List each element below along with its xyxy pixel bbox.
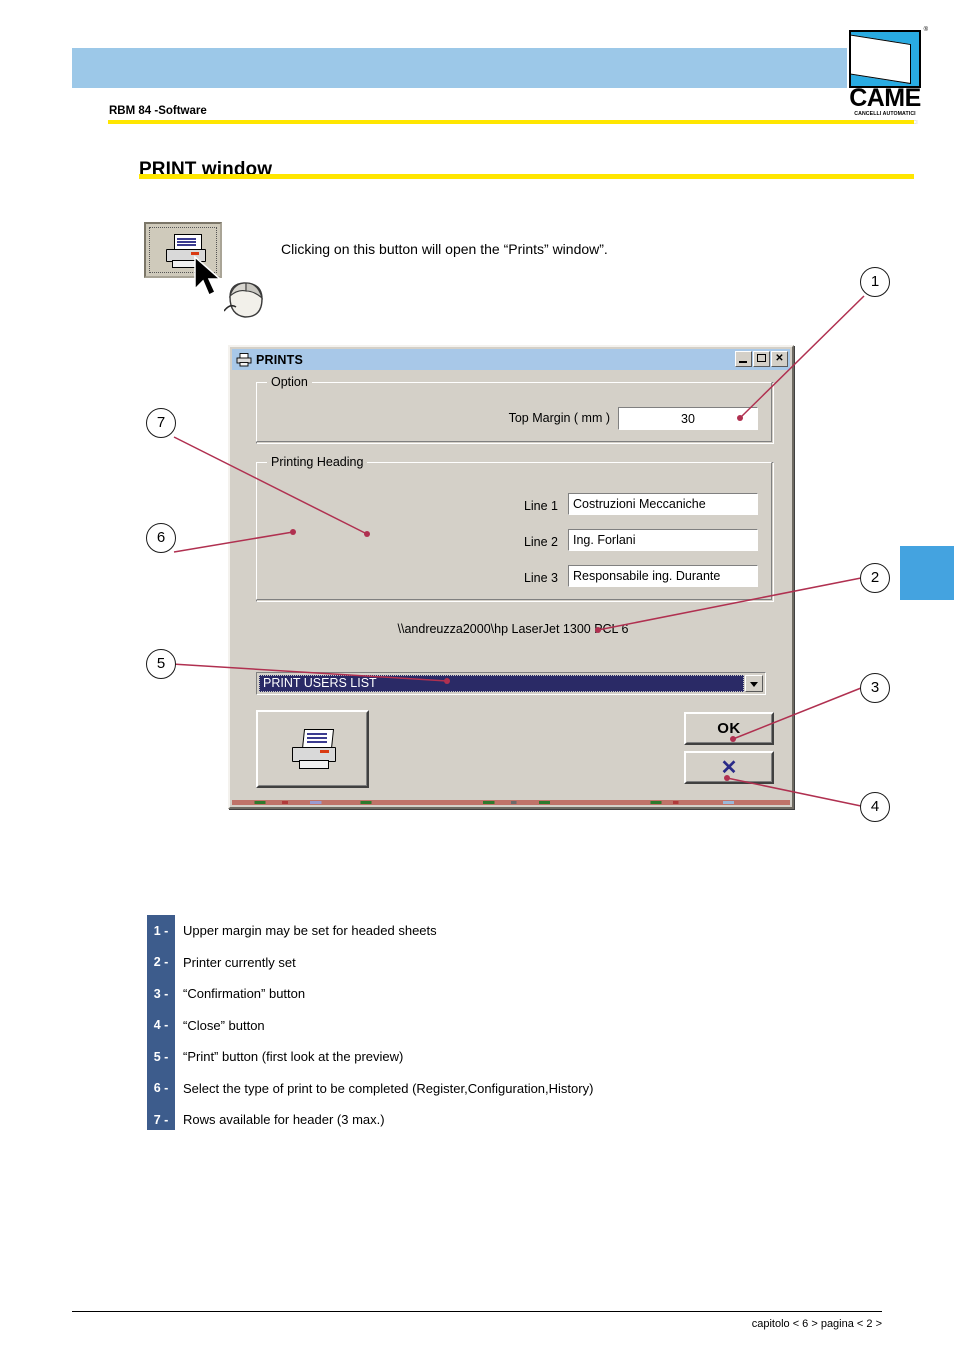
logo-registered-icon: ® [923,27,928,33]
line3-label: Line 3 [523,571,558,585]
chevron-down-icon[interactable] [745,675,763,692]
title-yellow-rule [139,174,914,179]
line1-input[interactable]: Costruzioni Meccaniche [568,493,758,515]
dialog-title-bar[interactable]: PRINTS ✕ [232,349,790,370]
close-dialog-button[interactable]: ✕ [684,751,774,784]
dialog-title-label: PRINTS [256,352,304,367]
printing-heading-legend: Printing Heading [267,455,368,469]
callout-1: 1 [860,267,890,297]
header-yellow-rule [108,120,914,124]
logo-mark-icon [849,30,921,88]
print-type-selected-value: PRINT USERS LIST [259,675,744,692]
callout-6: 6 [146,523,176,553]
top-margin-input[interactable]: 30 [618,407,758,430]
list-item: 4 - “Close” button [147,1010,747,1042]
callout-4: 4 [860,792,890,822]
logo-diagonal-band [851,33,911,85]
legend-number: 5 - [153,1049,169,1064]
legend-description: Upper margin may be set for headed sheet… [183,923,437,939]
print-preview-button[interactable] [256,710,369,788]
x-icon: ✕ [720,757,738,779]
list-item: 2 - Printer currently set [147,947,747,979]
window-controls: ✕ [735,351,788,367]
legend-description: “Close” button [183,1017,265,1033]
logo-tagline: CANCELLI AUTOMATICI [854,111,916,117]
list-item: 6 - Select the type of print to be compl… [147,1073,747,1105]
legend-description: “Confirmation” button [183,986,306,1002]
printer-icon [289,729,341,773]
prints-dialog-window: PRINTS ✕ Option Top Margin ( mm ) 30 Pri… [228,345,794,809]
legend-description: Select the type of print to be completed… [183,1080,594,1096]
maximize-button[interactable] [753,351,770,367]
callout-3: 3 [860,673,890,703]
footer-divider [72,1311,882,1312]
computer-mouse-icon [224,282,263,318]
list-item: 5 - “Print” button (first look at the pr… [147,1041,747,1073]
option-group-legend: Option [267,375,312,389]
printer-icon [236,352,252,366]
list-item: 7 - Rows available for header (3 max.) [147,1104,747,1136]
callout-5: 5 [146,649,176,679]
top-margin-label: Top Margin ( mm ) [508,411,610,425]
mouse-pointer-icon [194,255,222,297]
logo-wordmark: CAME [849,84,921,112]
ok-button-label: OK [717,720,741,737]
print-type-combobox[interactable]: PRINT USERS LIST [256,672,766,695]
line3-input[interactable]: Responsabile ing. Durante [568,565,758,587]
legend-number: 6 - [153,1081,169,1096]
callout-2: 2 [860,563,890,593]
header-blue-banner [72,48,847,88]
ok-button[interactable]: OK [684,712,774,745]
legend-description: Rows available for header (3 max.) [183,1112,385,1128]
line1-label: Line 1 [523,499,558,513]
came-logo: ® CAME CANCELLI AUTOMATICI CANCELLI AUTO… [849,27,928,126]
line2-label: Line 2 [523,535,558,549]
document-subtitle: RBM 84 -Software [109,105,207,117]
callout-7: 7 [146,408,176,438]
legend-description: Printer currently set [183,954,296,970]
legend-number: 4 - [153,1018,169,1033]
intro-paragraph: Clicking on this button will open the “P… [281,241,608,257]
footer-page-reference: capitolo < 6 > pagina < 2 > [751,1318,882,1330]
callout-legend-list: 1 - Upper margin may be set for headed s… [147,915,747,1136]
line2-input[interactable]: Ing. Forlani [568,529,758,551]
minimize-button[interactable] [735,351,752,367]
close-button[interactable]: ✕ [771,351,788,367]
legend-number: 3 - [153,986,169,1001]
legend-description: “Print” button (first look at the previe… [183,1049,404,1065]
legend-number: 1 - [153,923,169,938]
list-item: 1 - Upper margin may be set for headed s… [147,915,747,947]
current-printer-label: \\andreuzza2000\hp LaserJet 1300 PCL 6 [397,622,629,636]
legend-number: 2 - [153,955,169,970]
legend-number: 7 - [153,1112,169,1127]
list-item: 3 - “Confirmation” button [147,978,747,1010]
status-bar-artifacts [232,801,790,804]
side-page-tab [900,546,954,600]
